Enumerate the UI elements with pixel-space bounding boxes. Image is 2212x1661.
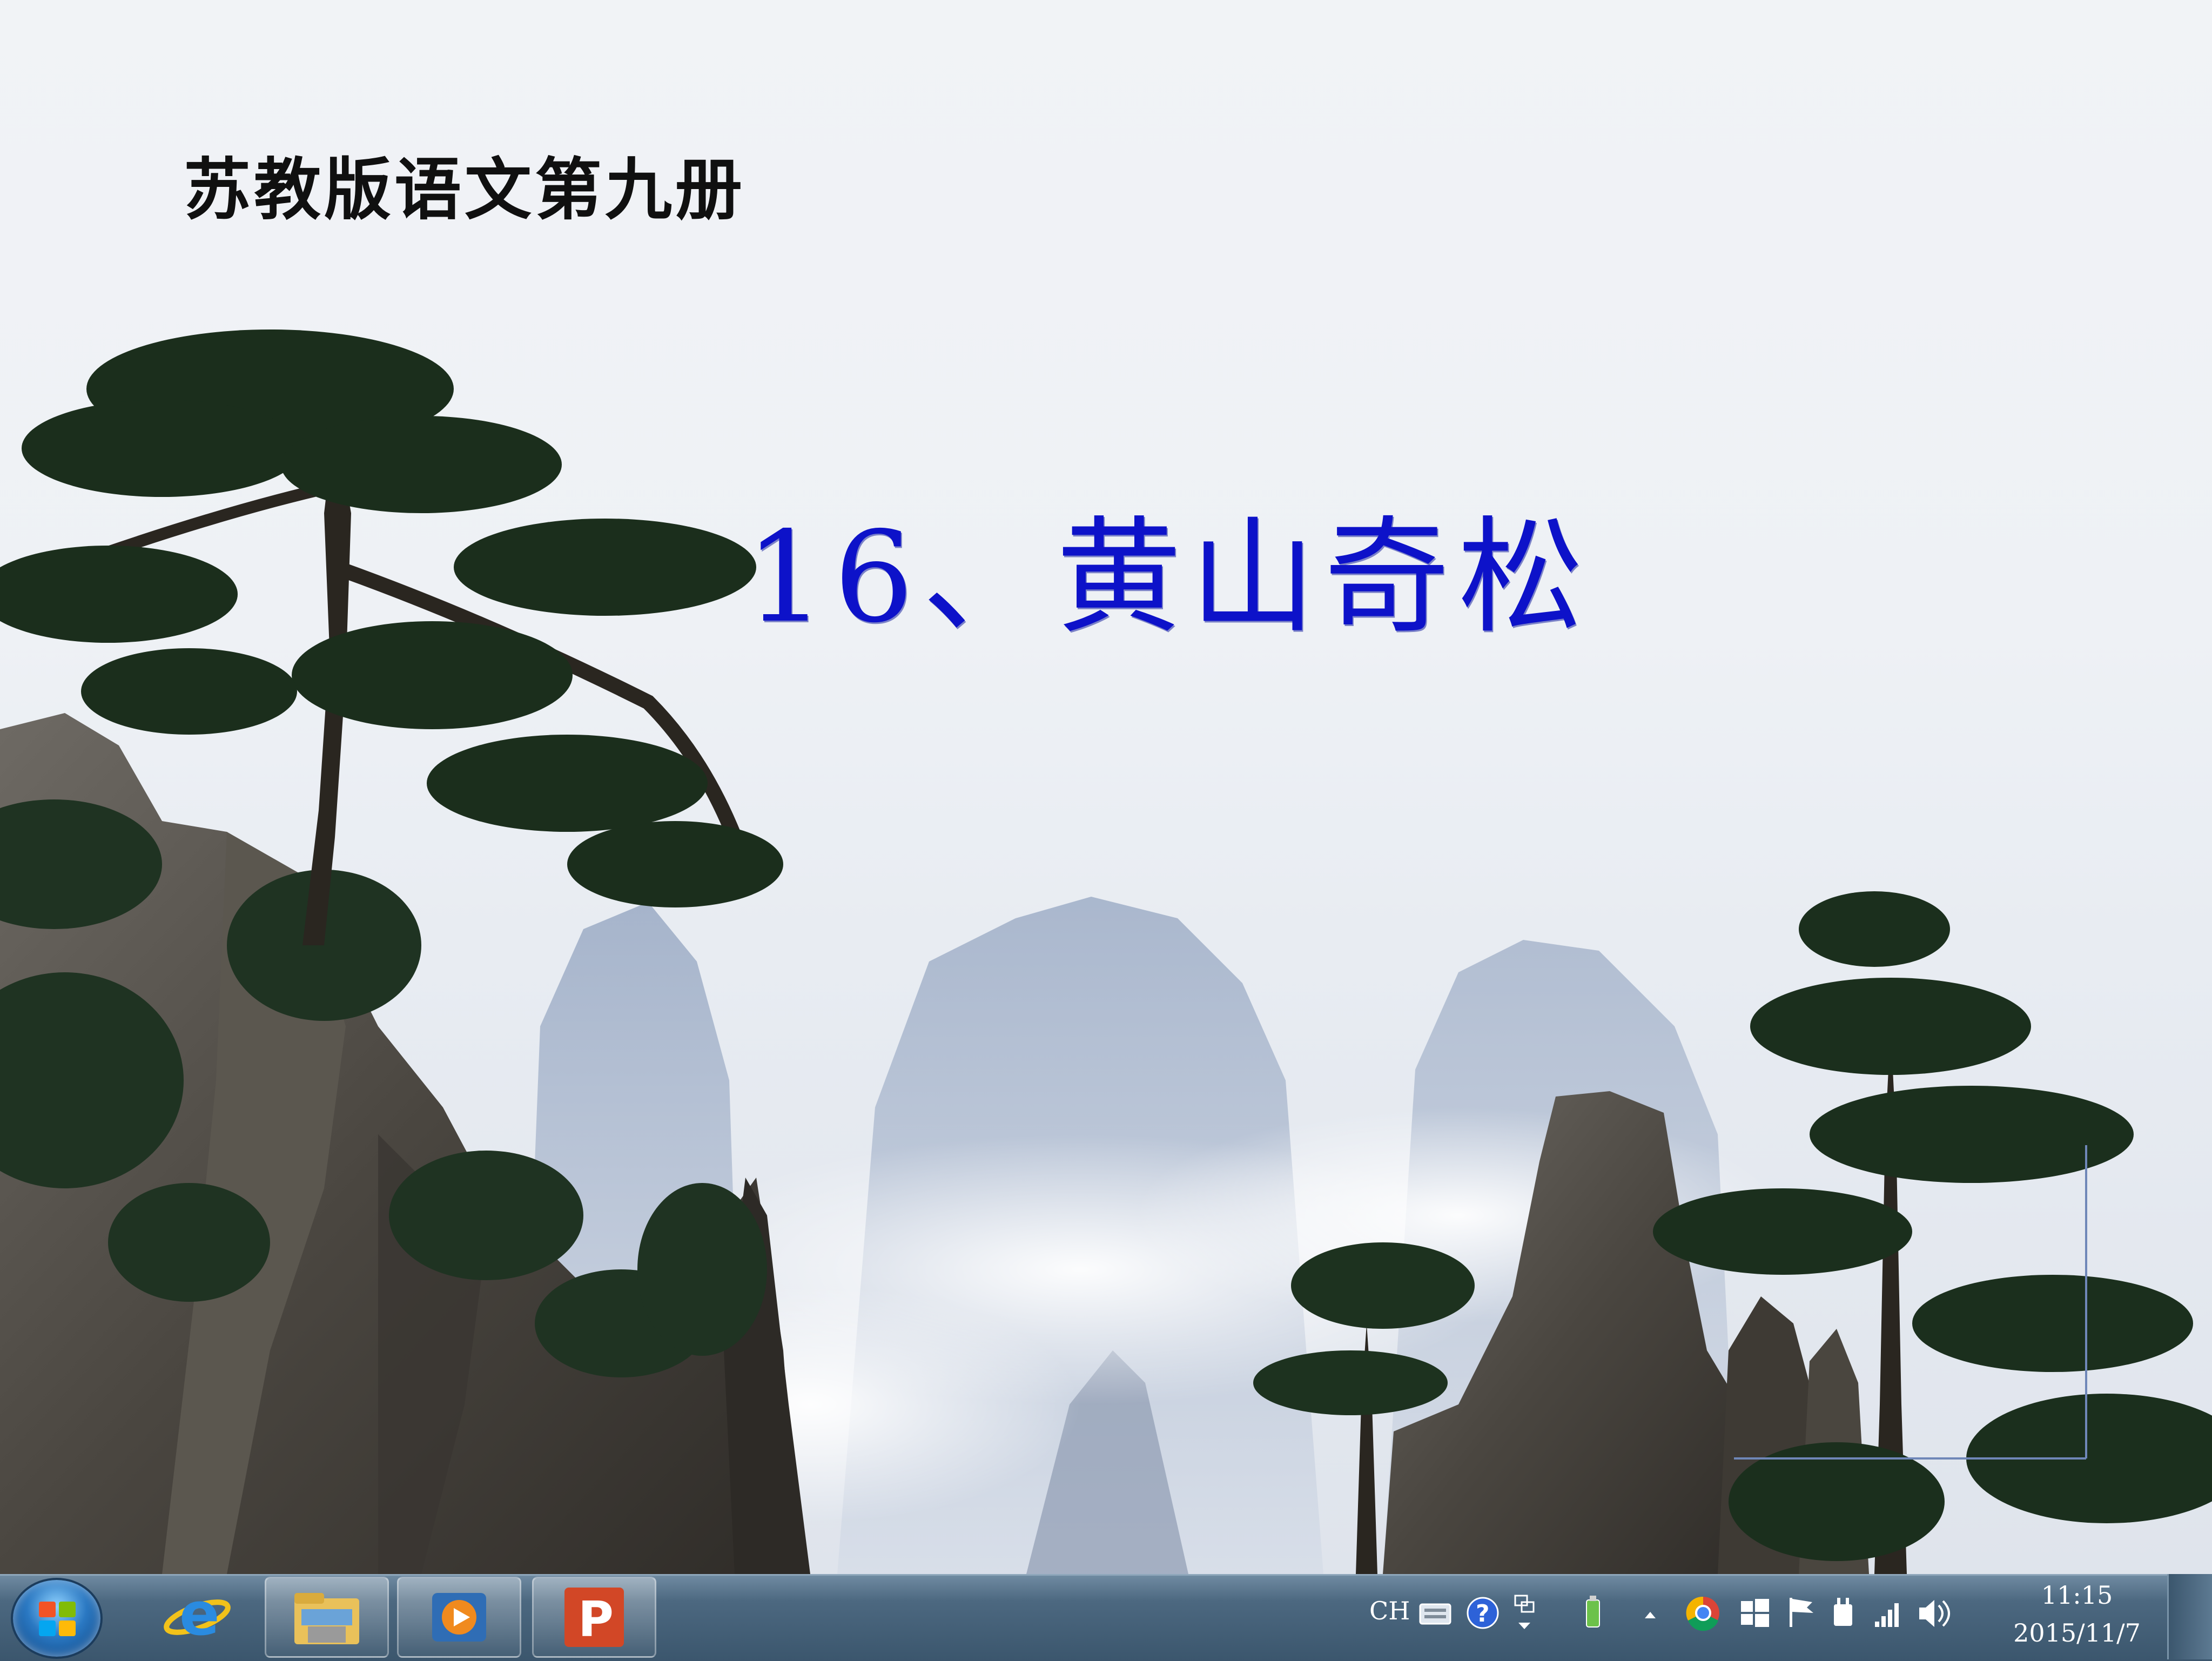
slide-title: 16、黄山奇松 <box>745 505 1592 650</box>
volume-icon[interactable] <box>1919 1600 1950 1627</box>
huangshan-landscape <box>0 329 2212 1574</box>
subtitle: 苏教版语文第九册 <box>184 151 746 229</box>
input-language-indicator[interactable]: CH <box>1369 1596 1410 1625</box>
svg-text:?: ? <box>1476 1600 1490 1628</box>
help-icon[interactable]: ? <box>1467 1597 1499 1629</box>
clock-date: 2015/11/7 <box>2013 1618 2141 1647</box>
clock[interactable]: 11:15 2015/11/7 <box>2007 1576 2147 1652</box>
file-explorer-icon[interactable] <box>265 1577 389 1658</box>
slide: 苏教版语文第九册 16、黄山奇松 <box>0 0 2212 1574</box>
network-signal-icon[interactable] <box>1875 1603 1899 1627</box>
show-hidden-icons-arrow[interactable] <box>1645 1612 1656 1618</box>
keyboard-icon[interactable] <box>1419 1603 1451 1625</box>
svg-text:e: e <box>179 1585 220 1649</box>
usb-device-icon[interactable] <box>1586 1596 1600 1628</box>
windows-start-orb-icon[interactable] <box>11 1578 103 1659</box>
system-tray: ? <box>1419 1595 1950 1631</box>
action-center-flag-icon[interactable] <box>1790 1598 1813 1627</box>
power-icon[interactable] <box>1834 1598 1852 1626</box>
internet-explorer-icon[interactable]: e <box>135 1577 259 1658</box>
media-player-icon[interactable] <box>397 1577 521 1658</box>
svg-text:P: P <box>578 1591 614 1648</box>
clock-time: 11:15 <box>2041 1581 2113 1610</box>
powerpoint-icon[interactable]: P <box>532 1577 656 1658</box>
chrome-icon[interactable] <box>1686 1596 1719 1631</box>
windows-flag-icon[interactable] <box>1741 1599 1769 1627</box>
language-bar-icon[interactable] <box>1514 1595 1535 1629</box>
show-desktop-button[interactable] <box>2167 1574 2212 1659</box>
